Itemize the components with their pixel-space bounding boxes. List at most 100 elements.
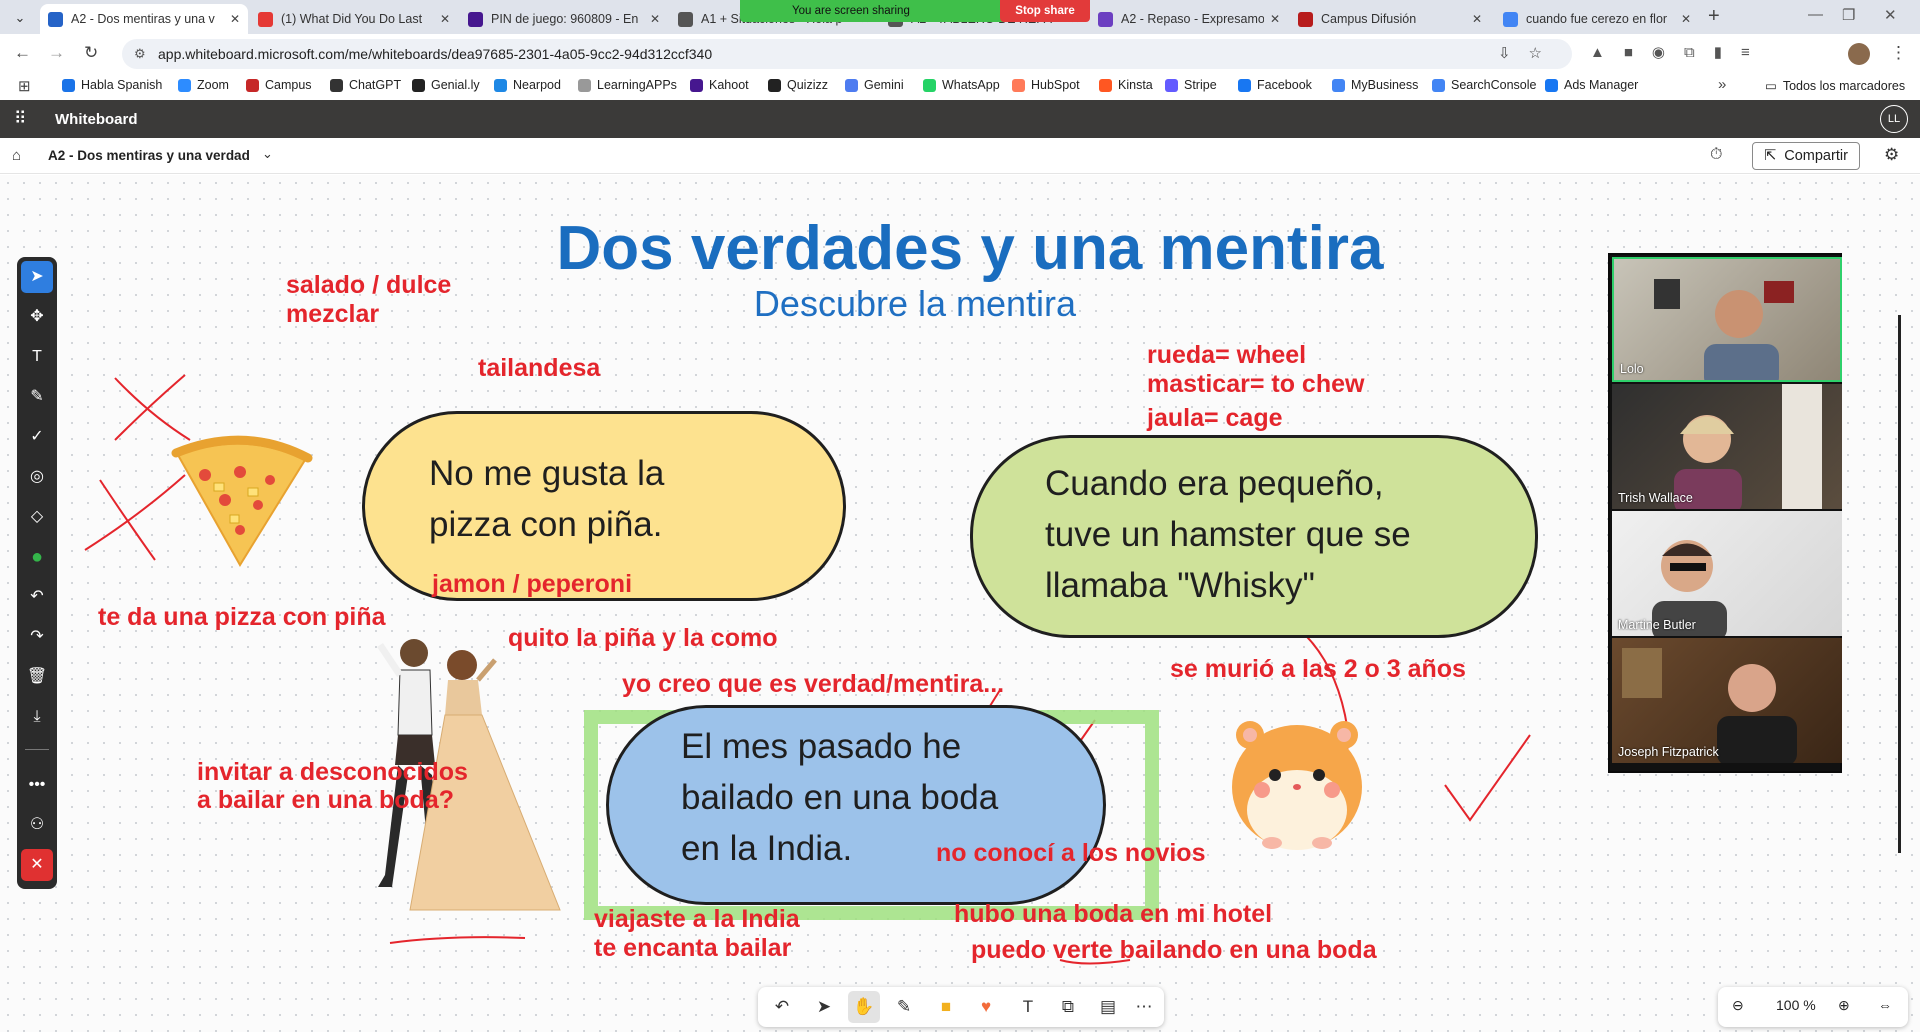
annotation-no-conoci[interactable]: no conocí a los novios — [936, 838, 1205, 868]
browser-tab[interactable]: (1) What Did You Do Last ✕ — [250, 4, 458, 34]
participant-tile[interactable]: Joseph Fitzpatrick — [1612, 638, 1842, 763]
bookmark-item[interactable]: Genial.ly — [412, 78, 480, 92]
omnibox-actions[interactable]: ⇩☆ — [1498, 44, 1560, 62]
bookmark-item[interactable]: LearningAPPs — [578, 78, 677, 92]
bookmark-item[interactable]: Kinsta — [1099, 78, 1153, 92]
tab-close-icon[interactable]: ✕ — [230, 12, 240, 26]
annotation-hubo[interactable]: hubo una boda en mi hotel — [954, 899, 1272, 929]
pen-icon[interactable]: ✎ — [888, 991, 920, 1023]
tab-close-icon[interactable]: ✕ — [1270, 12, 1280, 26]
annotation-viajaste[interactable]: viajaste a la India — [594, 904, 800, 934]
annotation-quito[interactable]: quito la piña y la como — [508, 623, 777, 653]
fit-to-screen-icon[interactable]: ⇔ — [1878, 997, 1892, 1013]
minimize-icon[interactable]: — — [1808, 6, 1823, 23]
shapes-icon[interactable]: ⧉ — [1052, 991, 1084, 1023]
browser-tab[interactable]: Campus Difusión ✕ — [1290, 4, 1490, 34]
restore-icon[interactable]: ❐ — [1842, 6, 1855, 24]
close-window-icon[interactable]: ✕ — [1884, 6, 1897, 24]
browser-menu-icon[interactable]: ⋮ — [1890, 43, 1907, 63]
annotation-mezclar[interactable]: mezclar — [286, 299, 379, 329]
annotation-yo-creo[interactable]: yo creo que es verdad/mentira... — [622, 669, 1004, 699]
browser-tab[interactable]: cuando fue cerezo en flor ✕ — [1495, 4, 1699, 34]
bookmark-item[interactable]: Zoom — [178, 78, 229, 92]
bookmark-item[interactable]: Habla Spanish — [62, 78, 162, 92]
reaction-heart-icon[interactable]: ♥ — [970, 991, 1002, 1023]
participant-tile[interactable]: Lolo — [1612, 257, 1842, 382]
tab-close-icon[interactable]: ✕ — [1681, 12, 1691, 26]
back-icon[interactable]: ← — [14, 43, 31, 63]
annotation-salado[interactable]: salado / dulce — [286, 270, 451, 300]
tab-label: Campus Difusión — [1321, 12, 1417, 26]
bookmark-item[interactable]: Gemini — [845, 78, 904, 92]
tab-close-icon[interactable]: ✕ — [1472, 12, 1482, 26]
chevron-down-icon[interactable]: ⌄ — [262, 146, 273, 162]
bookmark-favicon-icon — [1332, 78, 1345, 92]
profile-avatar[interactable] — [1848, 43, 1870, 65]
tab-close-icon[interactable]: ✕ — [650, 12, 660, 26]
sticky-note-icon[interactable]: ■ — [930, 991, 962, 1023]
apps-grid-icon[interactable]: ⊞ — [18, 77, 31, 95]
zoom-in-icon[interactable]: ⊕ — [1838, 997, 1850, 1014]
address-row: ← → ↻ ⚙ app.whiteboard.microsoft.com/me/… — [0, 34, 1920, 74]
participant-tile[interactable]: Trish Wallace — [1612, 384, 1842, 509]
share-status-text: You are screen sharing — [792, 5, 910, 17]
browser-tab[interactable]: A2 - Repaso - Expresamo ✕ — [1090, 4, 1288, 34]
statement-bubble-wedding[interactable]: El mes pasado he bailado en una boda en … — [606, 705, 1106, 905]
app-launcher-icon[interactable]: ⠿ — [14, 109, 26, 129]
bookmark-item[interactable]: Nearpod — [494, 78, 561, 92]
bookmark-item[interactable]: Kahoot — [690, 78, 749, 92]
browser-tab[interactable]: A2 - Dos mentiras y una v ✕ — [40, 4, 248, 34]
more-options-icon[interactable]: ⋯ — [1128, 991, 1160, 1023]
bookmark-label: LearningAPPs — [597, 78, 677, 92]
whiteboard-canvas[interactable]: ➤ ✥ T ✎ ✓ ◎ ◇ ● ↶ ↷ 🗑 ⤓ ••• ⚇ ✕ Dos verd… — [0, 175, 1920, 1032]
statement-bubble-hamster[interactable]: Cuando era pequeño, tuve un hamster que … — [970, 435, 1538, 638]
participant-tile[interactable]: Martine Butler — [1612, 511, 1842, 636]
annotation-invitar-2[interactable]: a bailar en una boda? — [197, 785, 454, 815]
timer-icon[interactable]: ⏱ — [1710, 146, 1722, 164]
templates-icon[interactable]: ▤ — [1092, 991, 1124, 1023]
annotation-masticar[interactable]: masticar= to chew — [1147, 369, 1364, 399]
new-tab-button[interactable]: + — [1708, 5, 1720, 28]
extensions-icons[interactable]: ▲■◉⧉▮≡ — [1590, 43, 1769, 61]
more-bookmarks-icon[interactable]: » — [1718, 76, 1726, 93]
share-button[interactable]: ⇱ Compartir — [1752, 142, 1860, 170]
bookmark-item[interactable]: HubSpot — [1012, 78, 1080, 92]
tab-search-icon[interactable]: ⌄ — [8, 7, 32, 29]
bookmark-item[interactable]: Quizizz — [768, 78, 828, 92]
select-pointer-icon[interactable]: ➤ — [808, 991, 840, 1023]
home-icon[interactable]: ⌂ — [12, 147, 21, 164]
reload-icon[interactable]: ↻ — [84, 43, 98, 63]
stop-share-button[interactable]: Stop share — [1000, 0, 1090, 22]
site-info-icon[interactable]: ⚙ — [134, 46, 146, 62]
bookmark-item[interactable]: Stripe — [1165, 78, 1217, 92]
annotation-jamon[interactable]: jamon / peperoni — [432, 569, 632, 599]
bookmark-item[interactable]: SearchConsole — [1432, 78, 1536, 92]
all-bookmarks-folder[interactable]: ▭ Todos los marcadores — [1765, 78, 1905, 94]
annotation-jaula[interactable]: jaula= cage — [1147, 403, 1283, 433]
annotation-rueda[interactable]: rueda= wheel — [1147, 340, 1306, 370]
bookmark-item[interactable]: Facebook — [1238, 78, 1312, 92]
tab-close-icon[interactable]: ✕ — [440, 12, 450, 26]
browser-tab[interactable]: PIN de juego: 960809 - En ✕ — [460, 4, 668, 34]
settings-gear-icon[interactable]: ⚙ — [1884, 145, 1899, 165]
bookmark-item[interactable]: WhatsApp — [923, 78, 1000, 92]
bookmark-item[interactable]: MyBusiness — [1332, 78, 1418, 92]
annotation-tailandesa[interactable]: tailandesa — [478, 353, 600, 383]
bookmark-label: Facebook — [1257, 78, 1312, 92]
hand-pan-icon[interactable]: ✋ — [848, 991, 880, 1023]
board-name[interactable]: A2 - Dos mentiras y una verdad — [48, 148, 250, 163]
annotation-te-da[interactable]: te da una pizza con piña — [98, 602, 386, 632]
bookmark-item[interactable]: Campus — [246, 78, 312, 92]
zoom-out-icon[interactable]: ⊖ — [1732, 997, 1744, 1014]
annotation-puedo[interactable]: puedo verte bailando en una boda — [971, 935, 1377, 965]
forward-icon[interactable]: → — [48, 43, 65, 63]
text-tool-icon[interactable]: T — [1012, 991, 1044, 1023]
bookmark-item[interactable]: Ads Manager — [1545, 78, 1638, 92]
annotation-murio[interactable]: se murió a las 2 o 3 años — [1170, 654, 1466, 684]
annotation-invitar-1[interactable]: invitar a desconocidos — [197, 757, 468, 787]
annotation-encanta[interactable]: te encanta bailar — [594, 933, 791, 963]
bookmark-item[interactable]: ChatGPT — [330, 78, 401, 92]
user-avatar[interactable]: LL — [1880, 105, 1908, 133]
address-bar[interactable]: ⚙ app.whiteboard.microsoft.com/me/whiteb… — [122, 39, 1572, 69]
undo-icon[interactable]: ↶ — [766, 991, 798, 1023]
